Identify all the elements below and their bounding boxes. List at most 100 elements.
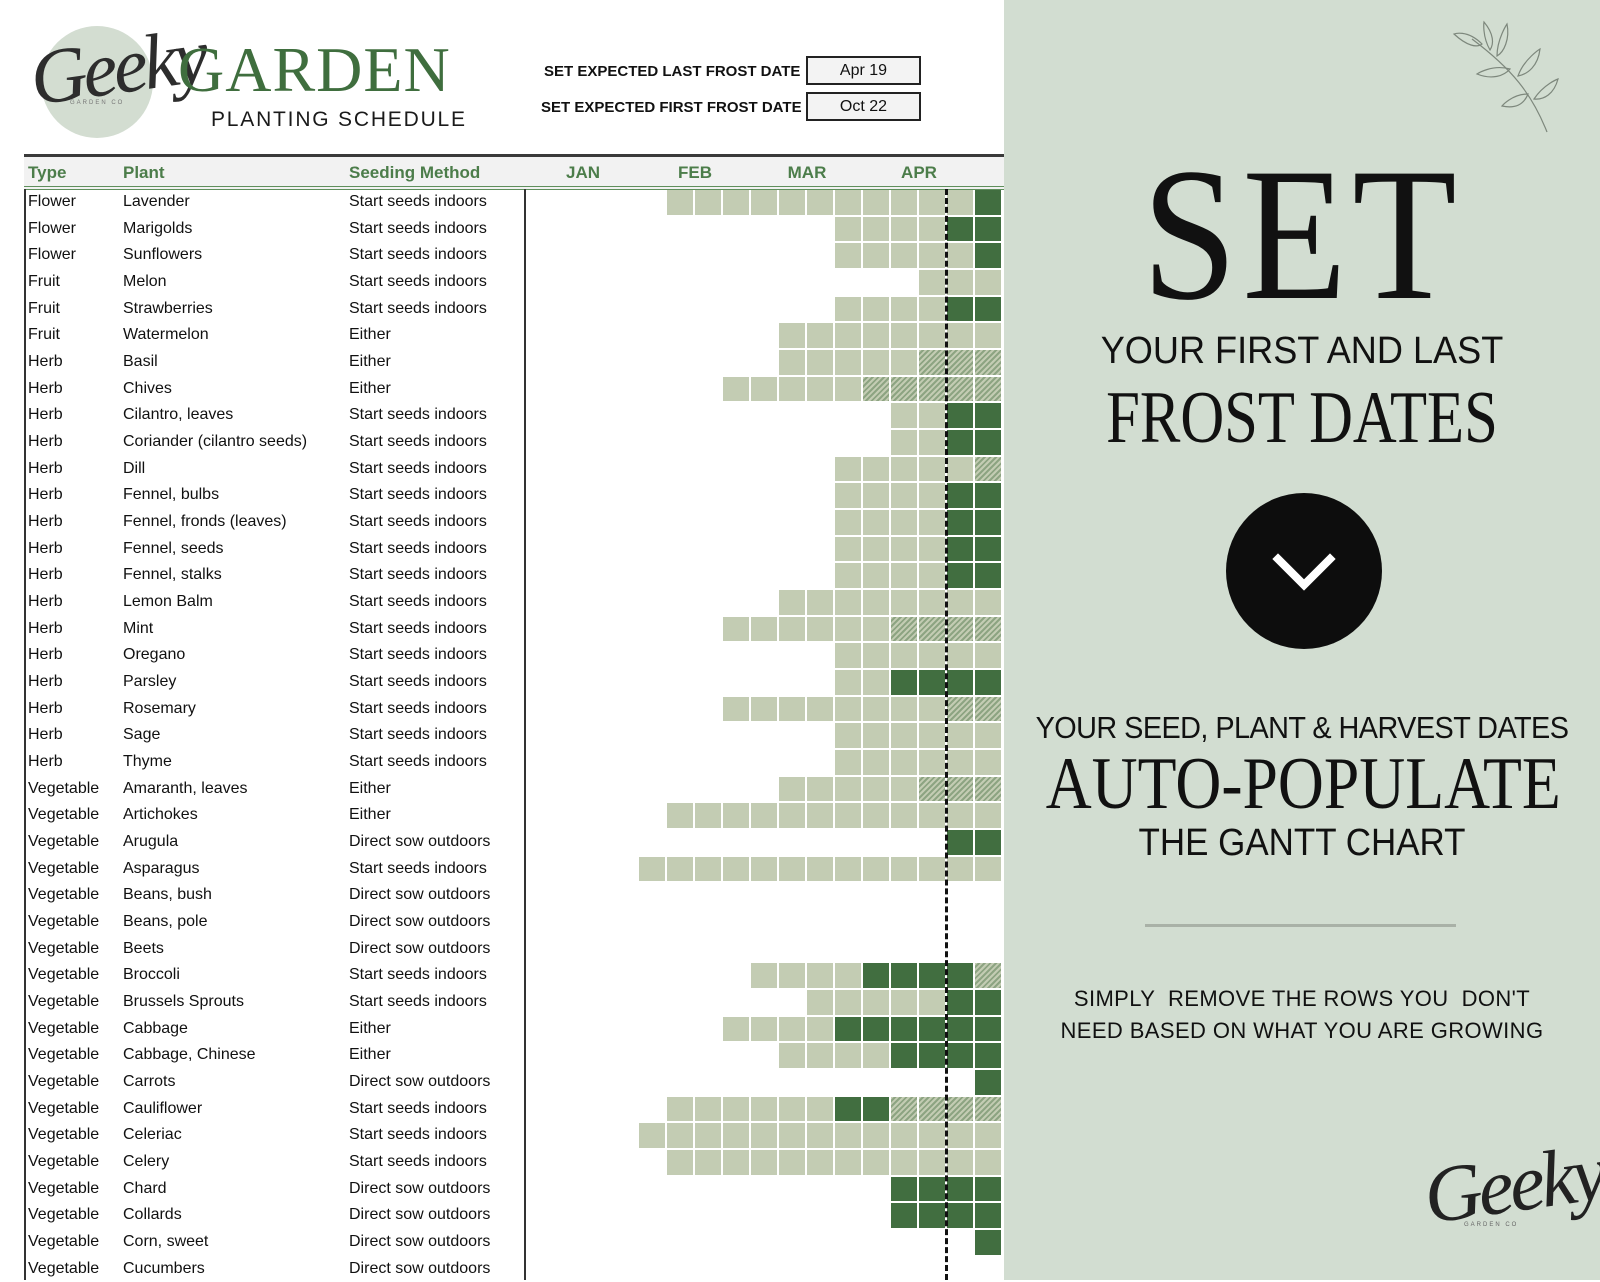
table-row[interactable]: Herb Fennel, bulbs Start seeds indoors <box>28 482 518 509</box>
last-frost-date-input[interactable]: Apr 19 <box>806 56 921 85</box>
table-row[interactable]: Vegetable Beans, bush Direct sow outdoors <box>28 882 518 909</box>
table-row[interactable]: Herb Chives Either <box>28 376 518 403</box>
gantt-cell-light <box>975 643 1001 668</box>
gantt-cell-hatched <box>919 616 945 642</box>
gantt-cell-dark <box>975 563 1001 588</box>
scroll-down-button[interactable] <box>1226 493 1382 649</box>
table-row[interactable]: Vegetable Cabbage Either <box>28 1016 518 1043</box>
gantt-cell-light <box>667 803 693 828</box>
table-row[interactable]: Herb Fennel, seeds Start seeds indoors <box>28 536 518 563</box>
table-row[interactable]: Herb Mint Start seeds indoors <box>28 616 518 643</box>
gantt-cell-dark <box>975 1070 1001 1095</box>
table-row[interactable]: Fruit Melon Start seeds indoors <box>28 269 518 296</box>
column-header-type[interactable]: Type <box>28 163 66 183</box>
gantt-left-border <box>524 189 526 1280</box>
gantt-cell-light <box>695 190 721 215</box>
gantt-cell-light <box>975 856 1001 882</box>
gantt-cell-light <box>835 376 861 402</box>
cell-plant: Cauliflower <box>123 1099 203 1117</box>
column-header-seeding-method[interactable]: Seeding Method <box>349 163 480 183</box>
table-row[interactable]: Herb Lemon Balm Start seeds indoors <box>28 589 518 616</box>
table-row[interactable]: Herb Cilantro, leaves Start seeds indoors <box>28 402 518 429</box>
cell-seeding-method: Start seeds indoors <box>349 619 487 637</box>
table-row[interactable]: Vegetable Amaranth, leaves Either <box>28 776 518 803</box>
table-row[interactable]: Vegetable Corn, sweet Direct sow outdoors <box>28 1229 518 1256</box>
cell-plant: Rosemary <box>123 699 196 717</box>
gantt-cell-light <box>835 670 861 695</box>
cell-plant: Celeriac <box>123 1126 182 1144</box>
gantt-cell-hatched <box>863 376 889 402</box>
table-row[interactable]: Vegetable Cucumbers Direct sow outdoors <box>28 1256 518 1282</box>
table-row[interactable]: Flower Lavender Start seeds indoors <box>28 189 518 216</box>
cell-plant: Carrots <box>123 1073 176 1091</box>
column-header-plant[interactable]: Plant <box>123 163 165 183</box>
table-row[interactable]: Vegetable Artichokes Either <box>28 802 518 829</box>
gantt-cell-light <box>919 1123 945 1149</box>
gantt-cell-dark <box>835 1016 861 1042</box>
gantt-cell-light <box>807 376 833 402</box>
gantt-cell-dark <box>919 1176 945 1202</box>
gantt-cell-light <box>891 803 917 828</box>
table-row[interactable]: Flower Marigolds Start seeds indoors <box>28 216 518 243</box>
cell-plant: Cilantro, leaves <box>123 406 234 424</box>
table-row[interactable]: Herb Oregano Start seeds indoors <box>28 642 518 669</box>
gantt-cell-dark <box>891 1176 917 1202</box>
table-row[interactable]: Herb Fennel, stalks Start seeds indoors <box>28 562 518 589</box>
cell-type: Vegetable <box>28 1126 100 1144</box>
table-row[interactable]: Herb Sage Start seeds indoors <box>28 722 518 749</box>
table-row[interactable]: Vegetable Carrots Direct sow outdoors <box>28 1069 518 1096</box>
gantt-cell-light <box>751 376 777 402</box>
table-row[interactable]: Flower Sunflowers Start seeds indoors <box>28 242 518 269</box>
table-row[interactable]: Vegetable Cauliflower Start seeds indoors <box>28 1096 518 1123</box>
gantt-cell-light <box>835 536 861 562</box>
cell-plant: Mint <box>123 619 154 637</box>
gantt-cell-dark <box>975 403 1001 428</box>
table-row[interactable]: Vegetable Celeriac Start seeds indoors <box>28 1122 518 1149</box>
cell-type: Vegetable <box>28 1019 100 1037</box>
gantt-cell-dark <box>975 1230 1001 1255</box>
table-row[interactable]: Herb Thyme Start seeds indoors <box>28 749 518 776</box>
gantt-cell-light <box>975 803 1001 828</box>
promo-line-first-last: YOUR FIRST AND LAST <box>1100 330 1504 372</box>
cell-type: Vegetable <box>28 913 100 931</box>
table-row[interactable]: Herb Parsley Start seeds indoors <box>28 669 518 696</box>
table-row[interactable]: Herb Dill Start seeds indoors <box>28 456 518 483</box>
table-row[interactable]: Vegetable Chard Direct sow outdoors <box>28 1176 518 1203</box>
first-frost-date-input[interactable]: Oct 22 <box>806 92 921 121</box>
table-row[interactable]: Herb Rosemary Start seeds indoors <box>28 696 518 723</box>
table-row[interactable]: Herb Basil Either <box>28 349 518 376</box>
gantt-cell-hatched <box>919 376 945 402</box>
cell-plant: Melon <box>123 273 167 290</box>
table-row[interactable]: Fruit Strawberries Start seeds indoors <box>28 296 518 323</box>
table-row[interactable]: Vegetable Brussels Sprouts Start seeds ind… <box>28 989 518 1016</box>
gantt-cell-dark <box>891 963 917 989</box>
table-row[interactable]: Vegetable Celery Start seeds indoors <box>28 1149 518 1176</box>
table-row[interactable]: Vegetable Broccoli Start seeds indoors <box>28 962 518 989</box>
gantt-cell-light <box>863 1123 889 1149</box>
gantt-cell-light <box>807 350 833 375</box>
gantt-cell-light <box>835 856 861 882</box>
table-row[interactable]: Vegetable Arugula Direct sow outdoors <box>28 829 518 856</box>
table-row[interactable]: Vegetable Collards Direct sow outdoors <box>28 1202 518 1229</box>
table-row[interactable]: Vegetable Beets Direct sow outdoors <box>28 936 518 963</box>
table-row[interactable]: Vegetable Beans, pole Direct sow outdoors <box>28 909 518 936</box>
table-row[interactable]: Fruit Watermelon Either <box>28 322 518 349</box>
table-row[interactable]: Herb Coriander (cilantro seeds) Start seed… <box>28 429 518 456</box>
gantt-cell-light <box>835 616 861 642</box>
gantt-cell-hatched <box>947 1096 973 1122</box>
cell-type: Vegetable <box>28 1206 100 1224</box>
table-row[interactable]: Vegetable Cabbage, Chinese Either <box>28 1042 518 1069</box>
gantt-cell-light <box>835 1150 861 1175</box>
cell-type: Vegetable <box>28 1179 100 1197</box>
gantt-cell-light <box>667 1123 693 1149</box>
gantt-cell-light <box>779 856 805 882</box>
gantt-cell-light <box>919 856 945 882</box>
cell-seeding-method: Start seeds indoors <box>349 406 487 424</box>
table-row[interactable]: Herb Fennel, fronds (leaves) Start seeds i… <box>28 509 518 536</box>
table-row[interactable]: Vegetable Asparagus Start seeds indoors <box>28 856 518 883</box>
first-frost-label: SET EXPECTED FIRST FROST DATE <box>541 99 802 116</box>
cell-seeding-method: Start seeds indoors <box>349 593 487 611</box>
gantt-cell-light <box>947 750 973 775</box>
logo-subtext: GARDEN CO <box>70 100 125 106</box>
gantt-cell-light <box>975 270 1001 295</box>
